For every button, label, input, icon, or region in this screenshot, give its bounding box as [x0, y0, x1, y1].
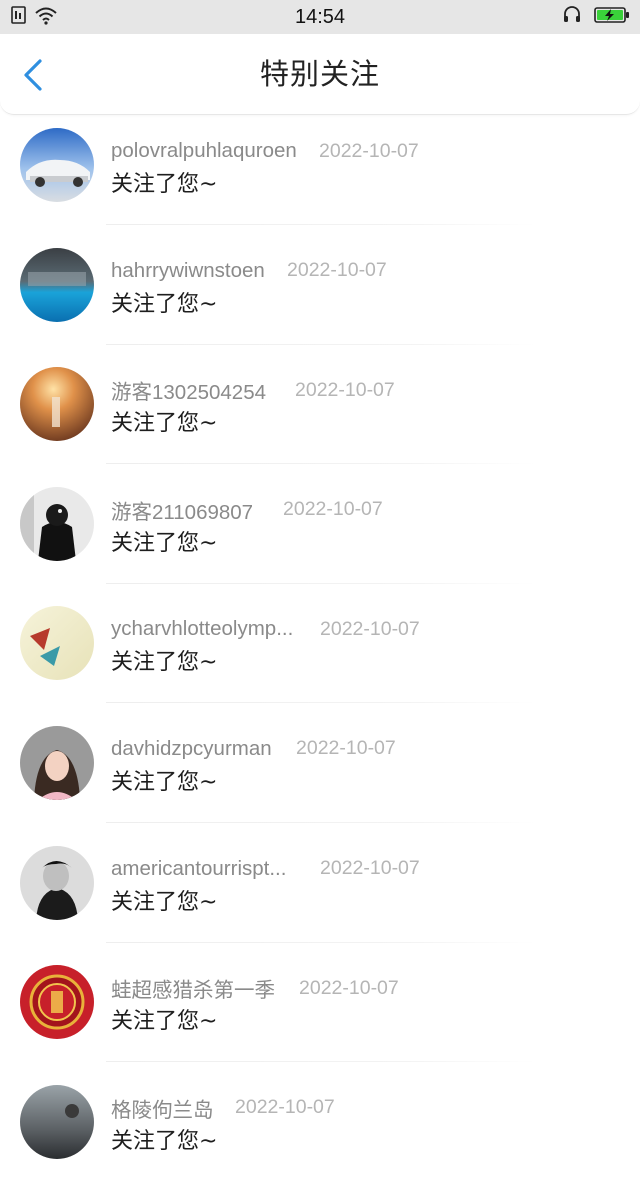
list-item[interactable]: 格陵佝兰岛 2022-10-07 关注了您~	[0, 1076, 640, 1195]
meta-line: davhidzpcyurman 2022-10-07	[111, 735, 396, 763]
avatar[interactable]	[20, 1084, 94, 1159]
meta-line: ycharvhlotteolymp... 2022-10-07	[111, 615, 420, 643]
avatar[interactable]	[20, 128, 94, 202]
meta-line: polovralpuhlaquroen 2022-10-07	[111, 137, 419, 165]
username[interactable]: 游客1302504254	[111, 375, 295, 405]
row-divider	[106, 1061, 536, 1063]
avatar[interactable]	[20, 965, 94, 1040]
username[interactable]: davhidzpcyurman	[111, 737, 296, 761]
avatar[interactable]	[20, 606, 94, 681]
avatar[interactable]	[20, 367, 94, 442]
follow-message: 关注了您~	[111, 1128, 218, 1154]
follow-date: 2022-10-07	[296, 737, 396, 760]
headset-icon	[562, 5, 582, 29]
status-time: 14:54	[294, 6, 346, 28]
follow-message: 关注了您~	[111, 530, 218, 556]
avatar[interactable]	[20, 247, 94, 322]
row-divider	[106, 582, 536, 584]
follow-date: 2022-10-07	[320, 617, 420, 640]
meta-line: 游客1302504254 2022-10-07	[111, 375, 395, 405]
follower-list: polovralpuhlaquroen 2022-10-07 关注了您~ hah…	[0, 119, 640, 1195]
row-divider	[106, 702, 536, 704]
follow-message: 关注了您~	[111, 650, 218, 676]
row-divider	[106, 343, 536, 345]
username[interactable]: 格陵佝兰岛	[111, 1093, 235, 1123]
follow-date: 2022-10-07	[283, 498, 383, 521]
row-divider	[106, 821, 536, 823]
list-item[interactable]: davhidzpcyurman 2022-10-07 关注了您~	[0, 717, 640, 837]
avatar[interactable]	[20, 845, 94, 920]
follow-message: 关注了您~	[111, 411, 218, 437]
list-item[interactable]: polovralpuhlaquroen 2022-10-07 关注了您~	[0, 119, 640, 239]
meta-line: 格陵佝兰岛 2022-10-07	[111, 1094, 335, 1122]
follow-message: 关注了您~	[111, 172, 218, 197]
meta-line: 游客211069807 2022-10-07	[111, 496, 383, 524]
follow-date: 2022-10-07	[287, 259, 387, 282]
follow-date: 2022-10-07	[295, 378, 395, 401]
username[interactable]: americantourrispt...	[111, 857, 320, 881]
follow-date: 2022-10-07	[299, 976, 399, 999]
username[interactable]: ycharvhlotteolymp...	[111, 617, 320, 641]
username[interactable]: 蛙超感猎杀第一季	[111, 973, 299, 1003]
list-item[interactable]: 蛙超感猎杀第一季 2022-10-07 关注了您~	[0, 956, 640, 1076]
username[interactable]: 游客211069807	[111, 495, 283, 525]
username[interactable]: hahrrywiwnstoen	[111, 259, 287, 283]
avatar[interactable]	[20, 725, 94, 800]
battery-charging-icon	[594, 5, 630, 29]
status-bar: 14:54	[0, 0, 640, 34]
row-divider	[106, 224, 536, 225]
follow-message: 关注了您~	[111, 1009, 218, 1035]
list-item[interactable]: 游客1302504254 2022-10-07 关注了您~	[0, 358, 640, 478]
row-divider	[106, 463, 536, 465]
meta-line: 蛙超感猎杀第一季 2022-10-07	[111, 973, 399, 1003]
list-item[interactable]: 游客211069807 2022-10-07 关注了您~	[0, 478, 640, 598]
app-header: 特别关注	[0, 34, 640, 115]
follow-date: 2022-10-07	[235, 1096, 335, 1119]
avatar[interactable]	[20, 486, 94, 561]
row-divider	[106, 941, 536, 943]
follow-date: 2022-10-07	[320, 857, 420, 880]
follow-message: 关注了您~	[111, 769, 218, 795]
list-item[interactable]: hahrrywiwnstoen 2022-10-07 关注了您~	[0, 239, 640, 359]
username[interactable]: polovralpuhlaquroen	[111, 139, 319, 163]
follow-date: 2022-10-07	[319, 139, 419, 162]
follow-message: 关注了您~	[111, 291, 218, 317]
page-title: 特别关注	[259, 57, 380, 91]
follow-message: 关注了您~	[111, 889, 218, 915]
status-right-icons	[562, 6, 630, 28]
meta-line: americantourrispt... 2022-10-07	[111, 855, 420, 883]
meta-line: hahrrywiwnstoen 2022-10-07	[111, 257, 387, 285]
list-item[interactable]: ycharvhlotteolymp... 2022-10-07 关注了您~	[0, 597, 640, 717]
list-item[interactable]: americantourrispt... 2022-10-07 关注了您~	[0, 837, 640, 957]
